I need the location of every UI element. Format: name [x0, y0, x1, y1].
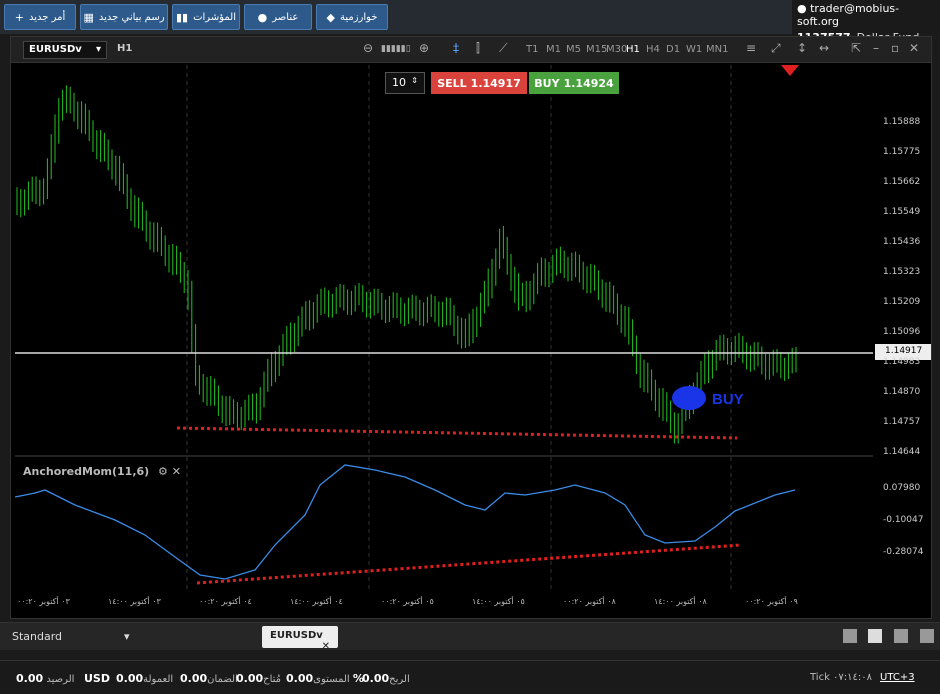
layout-columns-icon[interactable] [894, 629, 908, 643]
workspace-selector[interactable]: Standard ▾ [12, 630, 130, 643]
symbol-selector[interactable]: EURUSDv ▾ [23, 41, 107, 59]
price-tick-label: 1.15549 [883, 207, 921, 217]
new-order-button[interactable]: + أمر جديد [4, 4, 76, 30]
buy-marker [672, 386, 706, 410]
chart-toolbar: EURUSDv ▾ H1 ⊖ ▮▮▮▮▮▯ ⊕ ‡ ⫿ ⟋ T1 M1 M5 M15 M3… [11, 37, 931, 63]
time-tick-label: ٠٥ أكتوبر ١٤:٠٠ [472, 597, 525, 606]
minimize-icon[interactable]: – [873, 41, 879, 55]
timeframe-d1[interactable]: D1 [666, 44, 680, 55]
timeframe-m5[interactable]: M5 [566, 44, 581, 55]
timeframe-w1[interactable]: W1 [686, 44, 702, 55]
candles-icon[interactable]: ⫿ [476, 41, 480, 56]
price-axis: 1.14917 1.15888 1.15775 1.15662 1.15549 1.15… [873, 65, 931, 593]
close-icon[interactable]: ✕ [172, 465, 181, 478]
time-tick-label: ٠٤ أكتوبر ١٤:٠٠ [290, 597, 343, 606]
balance-item: 0.00 الرصيد USD [16, 672, 110, 685]
available-item: 0.00مُتاح [236, 672, 282, 685]
indicator-tick-label: 0.07980 [883, 483, 921, 493]
main-toolbar: + أمر جديد ▦ رسم بياني جديد ▮▮ المؤشرات … [0, 0, 940, 44]
grid-icon[interactable]: ≡ [746, 41, 756, 55]
price-tick-label: 1.15323 [883, 267, 921, 277]
time-tick-label: ٠٨ أكتوبر ٠٠:٢٠ [563, 597, 616, 606]
indicator-tick-label: -0.10047 [883, 515, 924, 525]
timeframe-h4[interactable]: H4 [646, 44, 660, 55]
layout-rows-icon[interactable] [920, 629, 934, 643]
zoom-out-icon[interactable]: ⊖ [363, 41, 373, 55]
price-tick-label: 1.15096 [883, 327, 921, 337]
timeframe-m15[interactable]: M15 [586, 44, 607, 55]
sell-button[interactable]: SELL 1.14917 [431, 72, 527, 94]
time-tick-label: ٠٣ أكتوبر ٠٠:٢٠ [17, 597, 70, 606]
price-tick-label: 1.14870 [883, 387, 921, 397]
time-tick-label: ٠٩ أكتوبر ٠٠:٢٠ [745, 597, 798, 606]
chart-tab-bar: Standard ▾ EURUSDv ✕ [0, 622, 940, 652]
detach-icon[interactable]: ⇱ [851, 41, 861, 55]
price-tick-label: 1.15662 [883, 177, 921, 187]
layout-single-icon[interactable] [843, 629, 857, 643]
price-tick-label: 1.15209 [883, 297, 921, 307]
margin-item: 0.00الضمان [180, 672, 238, 685]
time-axis: ٠٣ أكتوبر ٠٠:٢٠ ٠٣ أكتوبر ١٤:٠٠ ٠٤ أكتوبر … [15, 593, 873, 617]
account-panel[interactable]: ● trader@mobius-soft.org 1137577Dollar F… [792, 0, 940, 44]
timeframe-m1[interactable]: M1 [546, 44, 561, 55]
timeframe-mn1[interactable]: MN1 [706, 44, 728, 55]
shapes-icon: ● [257, 10, 268, 24]
new-chart-button[interactable]: ▦ رسم بياني جديد [80, 4, 168, 30]
price-chart[interactable]: BUY [15, 65, 873, 593]
tick-time: Tick ٠٧:١٤:٠٨ [810, 672, 873, 683]
time-tick-label: ٠٤ أكتوبر ٠٠:٢٠ [199, 597, 252, 606]
user-icon: ● [797, 2, 807, 15]
diamond-icon: ◆ [326, 10, 335, 24]
plus-icon: + [14, 10, 24, 24]
timeframe-h1[interactable]: H1 [626, 44, 640, 55]
time-tick-label: ٠٨ أكتوبر ١٤:٠٠ [654, 597, 707, 606]
diagonal-line-icon[interactable]: ⤢ [771, 41, 781, 56]
layout-grid-icon[interactable] [868, 629, 882, 643]
time-tick-label: ٠٣ أكتوبر ١٤:٠٠ [108, 597, 161, 606]
profit-item: 0.00الربح [362, 672, 410, 685]
level-item: 0.00المستوى % [286, 672, 364, 685]
chevron-down-icon: ▾ [124, 630, 130, 643]
maximize-icon[interactable]: ▫ [891, 41, 899, 55]
close-icon[interactable]: ✕ [909, 41, 919, 55]
lot-size-input[interactable]: 10 ⇕ [385, 72, 425, 94]
price-tick-label: 1.15775 [883, 147, 921, 157]
timeframe-m30[interactable]: M30 [606, 44, 627, 55]
elements-button[interactable]: ● عناصر [244, 4, 312, 30]
algorithm-button[interactable]: ◆ خوارزمية [316, 4, 388, 30]
status-bar: 0.00 الرصيد USD 0.00العمولة 0.00الضمان 0… [0, 660, 940, 694]
commission-item: 0.00العمولة [116, 672, 174, 685]
indicator-tick-label: -0.28074 [883, 547, 924, 557]
chart-tab[interactable]: EURUSDv ✕ [262, 626, 338, 652]
chart-icon: ▦ [83, 10, 94, 24]
crosshair-icon[interactable]: ‡ [453, 41, 459, 55]
zoom-in-icon[interactable]: ⊕ [419, 41, 429, 55]
account-email: trader@mobius-soft.org [797, 2, 900, 28]
timeframe-t1[interactable]: T1 [526, 44, 538, 55]
price-tick-label: 1.14644 [883, 447, 921, 457]
price-tick-label: 1.14757 [883, 417, 921, 427]
line-chart-icon[interactable]: ⟋ [499, 41, 507, 56]
stepper-icon: ⇕ [411, 76, 418, 85]
chevron-down-icon: ▾ [95, 44, 101, 55]
indicator-title: AnchoredMom(11,6) ⚙ ✕ [23, 465, 181, 478]
gear-icon[interactable]: ⚙ [158, 465, 168, 478]
vertical-line-icon[interactable]: ↕ [797, 41, 807, 55]
horizontal-line-icon[interactable]: ↔ [819, 41, 829, 55]
chart-window: EURUSDv ▾ H1 ⊖ ▮▮▮▮▮▯ ⊕ ‡ ⫿ ⟋ T1 M1 M5 M15 M3… [10, 36, 932, 619]
timeframe-label: H1 [117, 43, 133, 54]
time-tick-label: ٠٥ أكتوبر ٠٠:٢٠ [381, 597, 434, 606]
price-tick-label: 1.15436 [883, 237, 921, 247]
buy-annotation: BUY [712, 391, 744, 408]
bars-icon: ▮▮ [176, 10, 189, 24]
indicators-button[interactable]: ▮▮ المؤشرات [172, 4, 240, 30]
timezone-selector[interactable]: UTC+3 [880, 672, 915, 683]
buy-button[interactable]: BUY 1.14924 [529, 72, 619, 94]
close-icon[interactable]: ✕ [322, 641, 330, 652]
zoom-slider[interactable]: ▮▮▮▮▮▯ [381, 44, 411, 54]
price-tick-label: 1.14983 [883, 357, 921, 367]
price-tick-label: 1.15888 [883, 117, 921, 127]
